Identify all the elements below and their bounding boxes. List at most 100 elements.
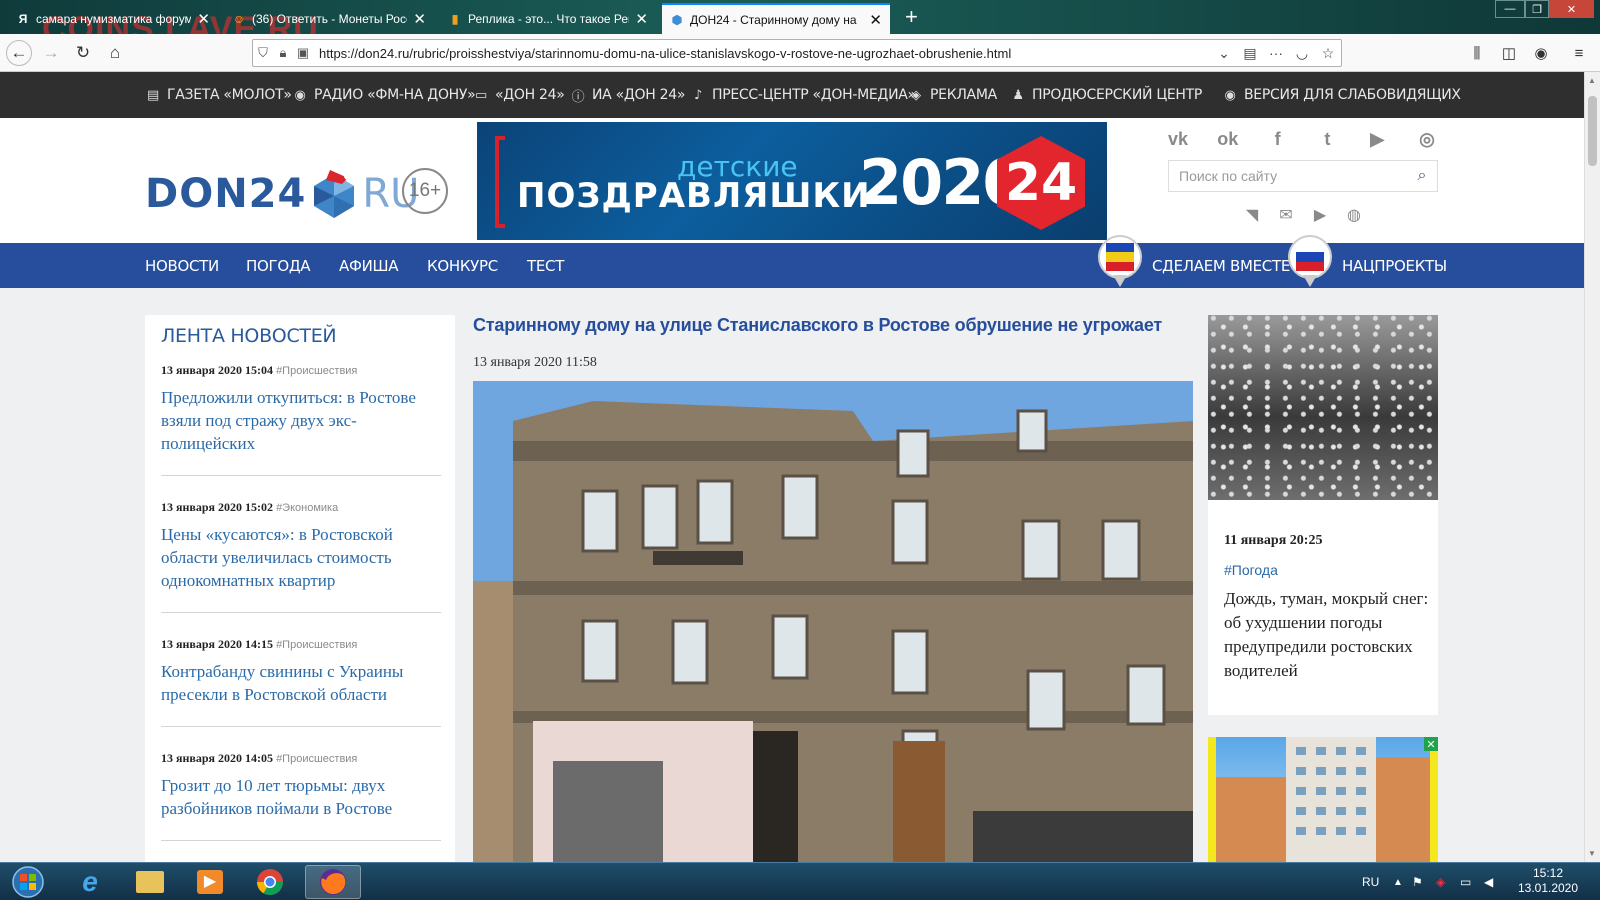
scroll-down-icon[interactable]: ▼	[1588, 849, 1596, 858]
minimize-button[interactable]: —	[1495, 0, 1525, 18]
back-button[interactable]: ←	[6, 40, 32, 66]
sidebar-ad[interactable]: ✕	[1208, 737, 1438, 862]
browser-tab[interactable]: ⬢ ДОН24 - Старинному дому на ✕	[662, 3, 890, 34]
twitter-icon[interactable]: t	[1314, 126, 1340, 152]
topstrip-link[interactable]: ◈ РЕКЛАМА	[908, 72, 997, 118]
browser-nav-bar: ← → ↻ ⌂ ⛉ 🔒︎ ▣ https://don24.ru/rubric/p…	[0, 34, 1600, 72]
topstrip-link[interactable]: ▭ «ДОН 24»	[473, 72, 565, 118]
url-text[interactable]: https://don24.ru/rubric/proisshestviya/s…	[319, 46, 1211, 61]
chevron-down-icon[interactable]: ⌄	[1211, 45, 1237, 62]
article-title: Старинному дому на улице Станиславского …	[473, 315, 1163, 335]
volume-tray-icon[interactable]: ◀	[1484, 863, 1493, 900]
mail-icon[interactable]: ✉	[1274, 204, 1298, 226]
network-tray-icon[interactable]: ▭	[1460, 863, 1471, 900]
rss-icon[interactable]: ◥	[1240, 204, 1264, 226]
list-item[interactable]: 13 января 2020 14:05 #Происшествия Грозит…	[161, 751, 441, 820]
topstrip-link[interactable]: ⓘ ИА «ДОН 24»	[570, 72, 686, 118]
close-tab-icon[interactable]: ✕	[635, 10, 648, 28]
play-icon[interactable]: ▶	[1308, 204, 1332, 226]
bookmark-star-icon[interactable]: ☆	[1315, 45, 1341, 62]
facebook-icon[interactable]: f	[1265, 126, 1291, 152]
topstrip-link[interactable]: ▤ ГАЗЕТА «МОЛОТ»	[145, 72, 292, 118]
antivirus-tray-icon[interactable]: ◈	[1436, 863, 1445, 900]
list-item[interactable]: 13 января 2020 15:04 #Происшествия Предло…	[161, 363, 441, 455]
nav-item-national-projects[interactable]: НАЦПРОЕКТЫ	[1342, 243, 1447, 288]
forum-icon: ☺	[232, 12, 246, 26]
odnoklassniki-icon[interactable]: ok	[1215, 126, 1241, 152]
news-tag[interactable]: #Происшествия	[276, 639, 357, 651]
search-icon[interactable]: ⌕	[1407, 167, 1437, 185]
news-tag[interactable]: #Происшествия	[276, 365, 357, 377]
browser-tab[interactable]: Ясамара нумизматика форум — ✕	[8, 4, 218, 34]
home-button[interactable]: ⌂	[102, 40, 128, 66]
flag-tray-icon[interactable]: ⚑	[1412, 863, 1423, 900]
reload-button[interactable]: ↻	[70, 40, 96, 66]
internet-explorer-icon[interactable]: e	[62, 865, 118, 899]
browser-tab[interactable]: ▮ Реплика - это... Что такое Реп ✕	[440, 4, 656, 34]
vk-icon[interactable]: vk	[1165, 126, 1191, 152]
nav-item-3[interactable]: КОНКУРС	[427, 243, 498, 288]
target-icon: ◈	[911, 87, 921, 103]
forward-button[interactable]: →	[38, 40, 64, 66]
menu-icon[interactable]: ≡	[1567, 42, 1591, 64]
scroll-up-icon[interactable]: ▲	[1588, 76, 1596, 85]
scroll-thumb[interactable]	[1588, 96, 1597, 166]
language-indicator[interactable]: RU	[1362, 863, 1379, 900]
sidebar-news-card[interactable]: 11 января 20:25 #Погода Дождь, туман, мо…	[1208, 315, 1438, 715]
main-nav: НОВОСТИ ПОГОДА АФИША КОНКУРС ТЕСТ СДЕЛАЕМ ВМ…	[0, 235, 1584, 288]
close-tab-icon[interactable]: ✕	[413, 10, 426, 28]
chrome-icon[interactable]	[242, 865, 298, 899]
news-feed-title: ЛЕНТА НОВОСТЕЙ	[161, 325, 337, 347]
topstrip-link[interactable]: ♟ ПРОДЮСЕРСКИЙ ЦЕНТР	[1010, 72, 1202, 118]
news-headline[interactable]: Цены «кусаются»: в Ростовской области ув…	[161, 523, 441, 592]
nav-item-1[interactable]: ПОГОДА	[246, 243, 311, 288]
news-headline[interactable]: Предложили откупиться: в Ростове взяли п…	[161, 386, 441, 455]
nav-item-0[interactable]: НОВОСТИ	[145, 243, 219, 288]
globe-icon[interactable]: ◍	[1342, 204, 1366, 226]
news-tag[interactable]: #Происшествия	[276, 753, 357, 765]
youtube-icon[interactable]: ▶	[1364, 126, 1390, 152]
sidebar-icon[interactable]: ◫	[1497, 42, 1521, 64]
sidebar-news-headline[interactable]: Дождь, туман, мокрый снег: об ухудшении …	[1224, 587, 1429, 683]
topstrip-label: «ДОН 24»	[495, 87, 565, 103]
close-tab-icon[interactable]: ✕	[197, 10, 210, 28]
nav-item-2[interactable]: АФИША	[339, 243, 399, 288]
close-tab-icon[interactable]: ✕	[869, 11, 882, 29]
media-player-icon[interactable]: ▶	[182, 865, 238, 899]
browser-tab[interactable]: ☺ (36) Ответить - Монеты Росси ✕	[224, 4, 434, 34]
tray-expand-icon[interactable]: ▲	[1393, 863, 1403, 900]
account-icon[interactable]: ◉	[1529, 42, 1553, 64]
firefox-icon[interactable]	[305, 865, 361, 899]
topstrip-link[interactable]: ♪ ПРЕСС-ЦЕНТР «ДОН-МЕДИА»	[690, 72, 916, 118]
close-window-button[interactable]: ✕	[1549, 0, 1594, 18]
more-actions-icon[interactable]: ···	[1263, 45, 1289, 61]
news-headline[interactable]: Грозит до 10 лет тюрьмы: двух разбойнико…	[161, 774, 441, 820]
new-tab-button[interactable]: +	[905, 6, 918, 28]
topstrip-link[interactable]: ◉ ВЕРСИЯ ДЛЯ СЛАБОВИДЯЩИХ	[1222, 72, 1461, 118]
nav-item-together[interactable]: СДЕЛАЕМ ВМЕСТЕ	[1152, 243, 1290, 288]
ad-close-button[interactable]: ✕	[1424, 737, 1438, 751]
url-bar[interactable]: ⛉ 🔒︎ ▣ https://don24.ru/rubric/proisshes…	[252, 39, 1342, 67]
promo-banner[interactable]: детские ПОЗДРАВЛЯШКИ 2020 24	[477, 122, 1107, 240]
sidebar-news-tag[interactable]: #Погода	[1224, 562, 1278, 578]
page-scrollbar[interactable]: ▲ ▼	[1584, 72, 1600, 862]
reader-view-icon[interactable]: ▤	[1237, 45, 1263, 62]
divider	[161, 475, 441, 476]
library-icon[interactable]: ⫼	[1465, 42, 1489, 64]
list-item[interactable]: 13 января 2020 14:15 #Происшествия Контра…	[161, 637, 441, 706]
tv-icon: ▭	[475, 87, 487, 103]
topstrip-link[interactable]: ◉ РАДИО «ФМ-НА ДОНУ»	[292, 72, 475, 118]
instagram-icon[interactable]: ◎	[1414, 126, 1440, 152]
file-explorer-icon[interactable]	[122, 865, 178, 899]
pocket-icon[interactable]: ◡	[1289, 45, 1315, 62]
tab-title: (36) Ответить - Монеты Росси	[252, 12, 408, 26]
news-tag[interactable]: #Экономика	[276, 502, 338, 514]
maximize-button[interactable]: ❐	[1525, 0, 1549, 18]
start-button[interactable]	[0, 865, 56, 899]
list-item[interactable]: 13 января 2020 15:02 #Экономика Цены «кус…	[161, 500, 441, 592]
nav-item-4[interactable]: ТЕСТ	[527, 243, 564, 288]
site-logo[interactable]: DON24 RU	[145, 168, 419, 220]
search-input[interactable]	[1169, 162, 1407, 190]
system-clock[interactable]: 15:12 13.01.2020	[1508, 866, 1588, 896]
news-headline[interactable]: Контрабанду свинины с Украины пресекли в…	[161, 660, 441, 706]
